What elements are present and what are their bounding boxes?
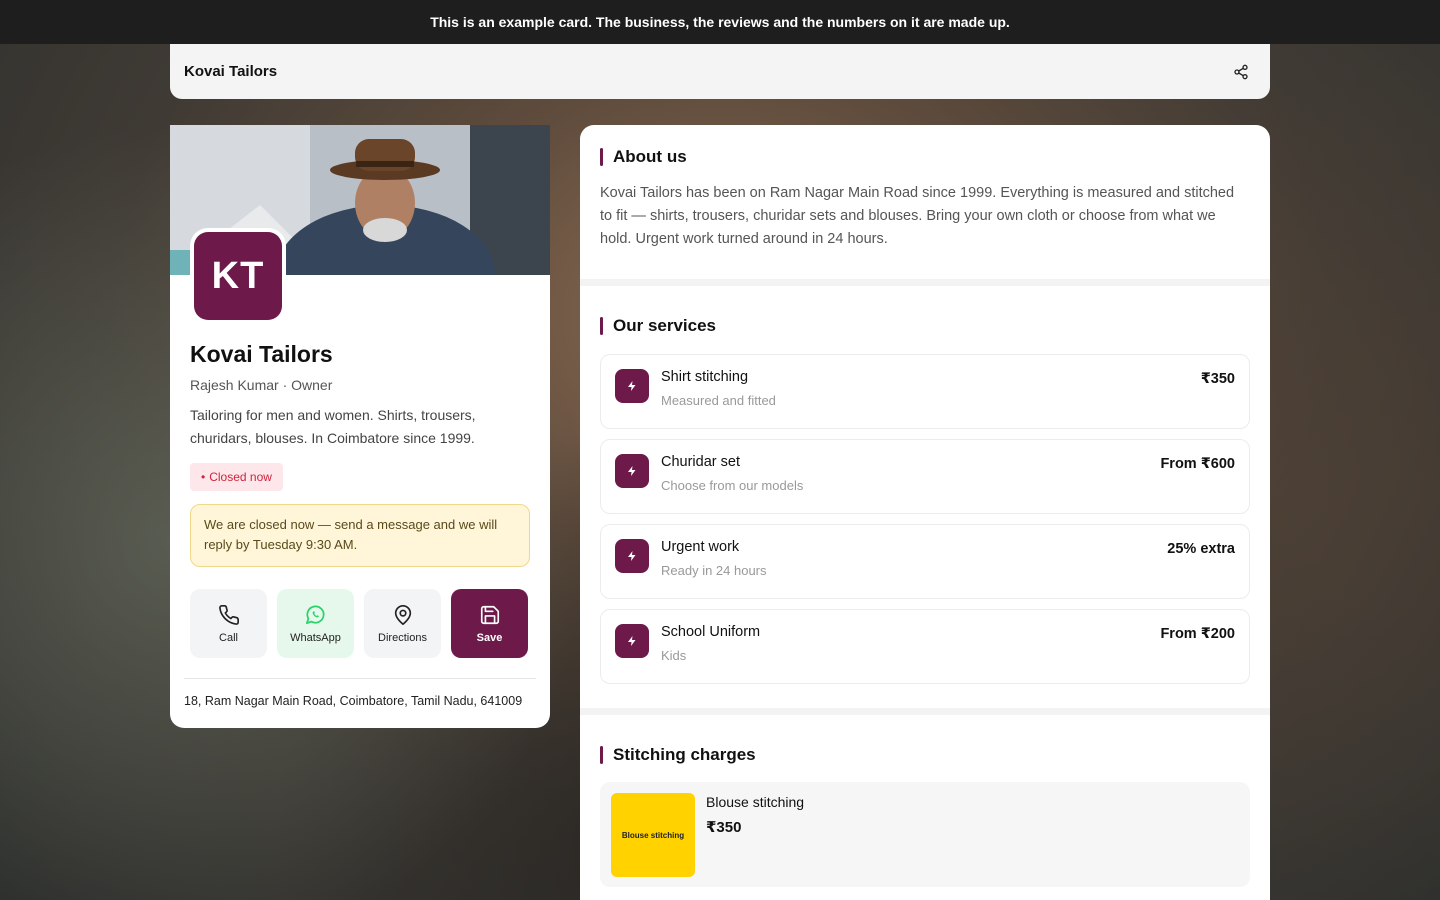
service-name: School Uniform [661, 624, 761, 640]
charges-title: Stitching charges [613, 745, 756, 764]
service-price: From ₹600 [1160, 456, 1235, 472]
service-item[interactable]: School Uniform Kids From ₹200 [600, 609, 1250, 684]
services-list: Shirt stitching Measured and fitted ₹350… [600, 354, 1250, 684]
closed-notice: We are closed now — send a message and w… [190, 504, 530, 567]
service-description: Ready in 24 hours [661, 563, 767, 578]
divider [184, 678, 536, 679]
service-price: From ₹200 [1160, 626, 1235, 642]
about-text: Kovai Tailors has been on Ram Nagar Main… [600, 185, 1235, 247]
lightning-icon [615, 454, 649, 488]
service-price: 25% extra [1167, 541, 1235, 557]
heading-accent-bar [600, 148, 603, 166]
service-name: Urgent work [661, 539, 740, 555]
status-badge: • Closed now [190, 463, 283, 491]
profile-card: KT Kovai Tailors Rajesh Kumar · Owner Ta… [170, 125, 550, 728]
avatar-initials: KT [194, 232, 282, 320]
charges-heading: Stitching charges [600, 745, 1250, 765]
whatsapp-button[interactable]: WhatsApp [277, 589, 354, 658]
directions-button[interactable]: Directions [364, 589, 441, 658]
charges-section: Stitching charges Blouse stitching Blous… [580, 715, 1270, 887]
service-description: Kids [661, 648, 687, 663]
phone-icon [218, 604, 239, 625]
charge-name: Blouse stitching [706, 794, 805, 810]
services-title: Our services [613, 316, 717, 335]
topbar-title: Kovai Tailors [184, 63, 278, 80]
demo-banner: This is an example card. The business, t… [0, 0, 1440, 44]
lightning-icon [615, 539, 649, 573]
avatar: KT [190, 228, 286, 324]
charge-thumbnail: Blouse stitching [611, 793, 695, 877]
service-description: Choose from our models [661, 478, 804, 493]
service-item[interactable]: Urgent work Ready in 24 hours 25% extra [600, 524, 1250, 599]
services-heading: Our services [600, 316, 1250, 336]
status-dot-icon: • [201, 470, 206, 484]
directions-label: Directions [378, 631, 427, 644]
about-heading: About us [600, 147, 1250, 167]
services-section: Our services Shirt stitching Measured an… [580, 286, 1270, 708]
save-label: Save [476, 631, 503, 644]
section-separator [580, 279, 1270, 286]
save-icon [480, 605, 499, 624]
service-price: ₹350 [1200, 371, 1235, 387]
service-name: Churidar set [661, 454, 740, 470]
whatsapp-label: WhatsApp [290, 632, 341, 644]
call-label: Call [219, 631, 238, 644]
service-name: Shirt stitching [661, 369, 749, 385]
call-button[interactable]: Call [190, 589, 267, 658]
whatsapp-icon [306, 605, 325, 624]
service-item[interactable]: Churidar set Choose from our models From… [600, 439, 1250, 514]
about-title: About us [613, 147, 687, 166]
charge-item[interactable]: Blouse stitching Blouse stitching ₹350 [600, 782, 1250, 887]
share-icon [1234, 64, 1248, 79]
section-separator [580, 708, 1270, 715]
status-text: Closed now [209, 470, 272, 484]
business-name: Kovai Tailors [190, 341, 333, 367]
main-content: About us Kovai Tailors has been on Ram N… [580, 125, 1270, 900]
lightning-icon [615, 369, 649, 403]
owner-line: Rajesh Kumar · Owner [190, 377, 333, 393]
service-description: Measured and fitted [661, 393, 776, 408]
demo-banner-text: This is an example card. The business, t… [430, 14, 1010, 30]
share-button[interactable] [1226, 57, 1256, 87]
charge-price: ₹350 [706, 819, 742, 836]
lightning-icon [615, 624, 649, 658]
address[interactable]: 18, Ram Nagar Main Road, Coimbatore, Tam… [184, 694, 522, 708]
about-section: About us Kovai Tailors has been on Ram N… [580, 125, 1270, 279]
heading-accent-bar [600, 746, 603, 764]
tagline: Tailoring for men and women. Shirts, tro… [190, 407, 476, 446]
action-buttons: Call WhatsApp Directions Save [190, 589, 530, 658]
service-item[interactable]: Shirt stitching Measured and fitted ₹350 [600, 354, 1250, 429]
top-bar: Kovai Tailors [170, 44, 1270, 99]
map-pin-icon [394, 604, 411, 625]
heading-accent-bar [600, 317, 603, 335]
save-button[interactable]: Save [451, 589, 528, 658]
